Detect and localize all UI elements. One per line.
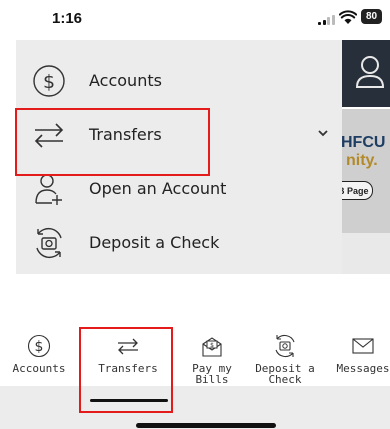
highlight-box-transfers — [15, 108, 210, 176]
battery-indicator: 80 — [361, 9, 382, 24]
dollar-circle-icon: $ — [27, 334, 51, 358]
tab-pay-bills[interactable]: $ Pay my Bills — [173, 334, 251, 394]
mail-icon — [352, 338, 374, 354]
svg-text:$: $ — [43, 71, 55, 93]
svg-text:$: $ — [35, 339, 44, 355]
tab-label: Messages — [336, 362, 390, 375]
wifi-icon — [339, 10, 357, 24]
deposit-camera-icon — [275, 334, 295, 358]
tab-label: Accounts — [12, 362, 66, 375]
bill-envelope-icon: $ — [202, 337, 222, 357]
cell-signal-icon — [318, 15, 335, 25]
status-time: 1:16 — [52, 10, 83, 27]
dollar-circle-icon: $ — [33, 65, 65, 97]
chevron-down-icon[interactable] — [317, 127, 329, 139]
tab-deposit-check[interactable]: Deposit a Check — [246, 334, 324, 394]
deposit-camera-icon — [36, 227, 62, 259]
tab-label: Deposit a Check — [246, 363, 324, 385]
banner-subtitle: nity. — [346, 152, 378, 169]
home-indicator[interactable] — [136, 423, 276, 428]
tab-label: Pay my Bills — [173, 363, 251, 385]
menu-item-label: Accounts — [89, 71, 162, 90]
promo-banner — [342, 109, 390, 233]
menu-item-label: Open an Account — [89, 179, 227, 198]
menu-item-accounts[interactable]: $ Accounts — [16, 56, 342, 106]
menu-item-deposit-check[interactable]: Deposit a Check — [16, 218, 342, 268]
profile-icon[interactable] — [355, 55, 385, 89]
tab-accounts[interactable]: $ Accounts — [0, 334, 78, 394]
tab-label-line2: Check — [268, 373, 302, 386]
svg-text:$: $ — [210, 342, 214, 349]
content-strip — [342, 233, 390, 274]
tab-messages[interactable]: Messages — [324, 334, 390, 394]
menu-item-label: Deposit a Check — [89, 233, 220, 252]
highlight-box-transfers-tab — [79, 327, 173, 413]
add-person-icon — [35, 174, 62, 205]
tab-label-line2: Bills — [195, 373, 229, 386]
banner-title: HFCU — [341, 134, 386, 151]
